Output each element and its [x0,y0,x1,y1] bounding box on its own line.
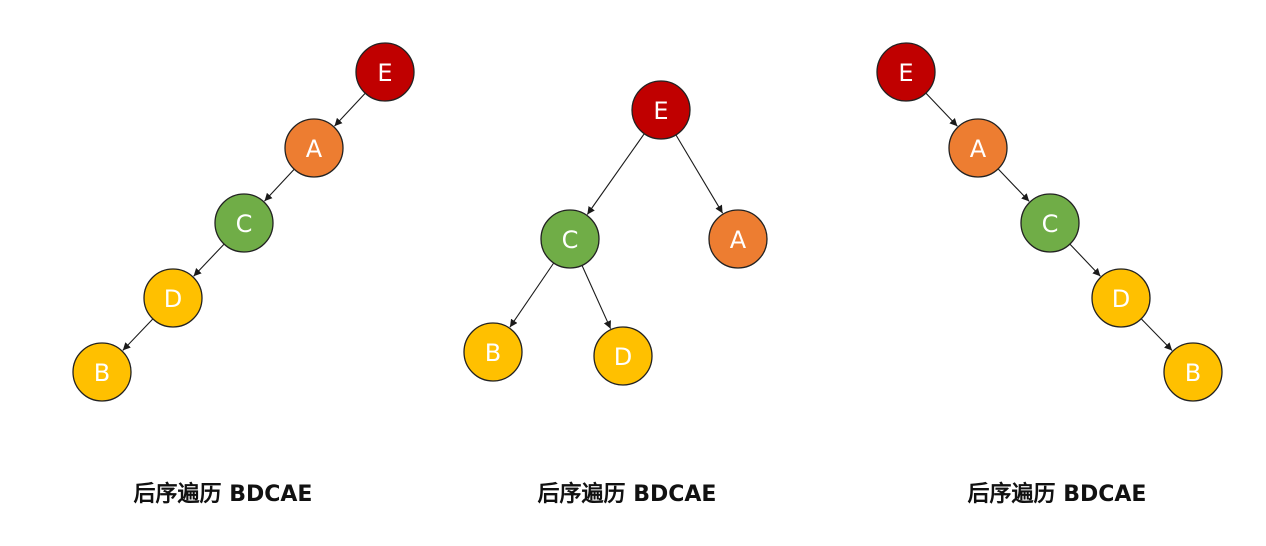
node-A: A [948,118,1008,178]
node-label-A: A [970,135,987,163]
edge-E-to-C [586,133,645,215]
caption-right-tree: 后序遍历 BDCAE [967,482,1147,507]
node-E: E [355,42,415,102]
node-B: B [1163,342,1223,402]
node-A: A [284,118,344,178]
node-label-D: D [164,285,182,313]
tree-balanced: E C A B D [463,80,768,386]
caption-middle-tree: 后序遍历 BDCAE [537,482,717,507]
edge-E-to-A [925,92,958,127]
node-B: B [72,342,132,402]
node-C: C [214,193,274,253]
edge-D-to-B [1140,318,1173,351]
tree-left-skewed: E A C D B [72,42,415,402]
node-label-D: D [1112,285,1130,313]
binary-tree-diagram: E A C D B E C A B D E A C D B [72,42,1223,402]
node-label-E: E [653,97,668,125]
node-label-A: A [306,135,323,163]
tree-right-skewed: E A C D B [876,42,1223,402]
edge-C-to-B [509,262,555,328]
node-label-B: B [94,359,110,387]
edge-C-to-D [193,243,225,277]
node-label-A: A [730,226,747,254]
edge-C-to-D [581,265,612,329]
node-D: D [143,268,203,328]
node-E: E [631,80,691,140]
node-label-C: C [236,210,253,238]
node-label-D: D [614,343,632,371]
edge-E-to-A [675,134,724,214]
node-B: B [463,322,523,382]
node-label-B: B [485,339,501,367]
node-A: A [708,209,768,269]
node-D: D [1091,268,1151,328]
caption-left-tree: 后序遍历 BDCAE [133,482,313,507]
edge-A-to-C [264,168,295,202]
node-label-C: C [1042,210,1059,238]
node-label-E: E [898,59,913,87]
edge-A-to-C [997,168,1030,202]
node-C: C [1020,193,1080,253]
node-label-B: B [1185,359,1201,387]
edge-E-to-A [334,92,366,127]
edge-C-to-D [1069,243,1101,277]
node-C: C [540,209,600,269]
node-D: D [593,326,653,386]
edge-D-to-B [122,318,154,351]
node-label-E: E [377,59,392,87]
node-E: E [876,42,936,102]
node-label-C: C [562,226,579,254]
